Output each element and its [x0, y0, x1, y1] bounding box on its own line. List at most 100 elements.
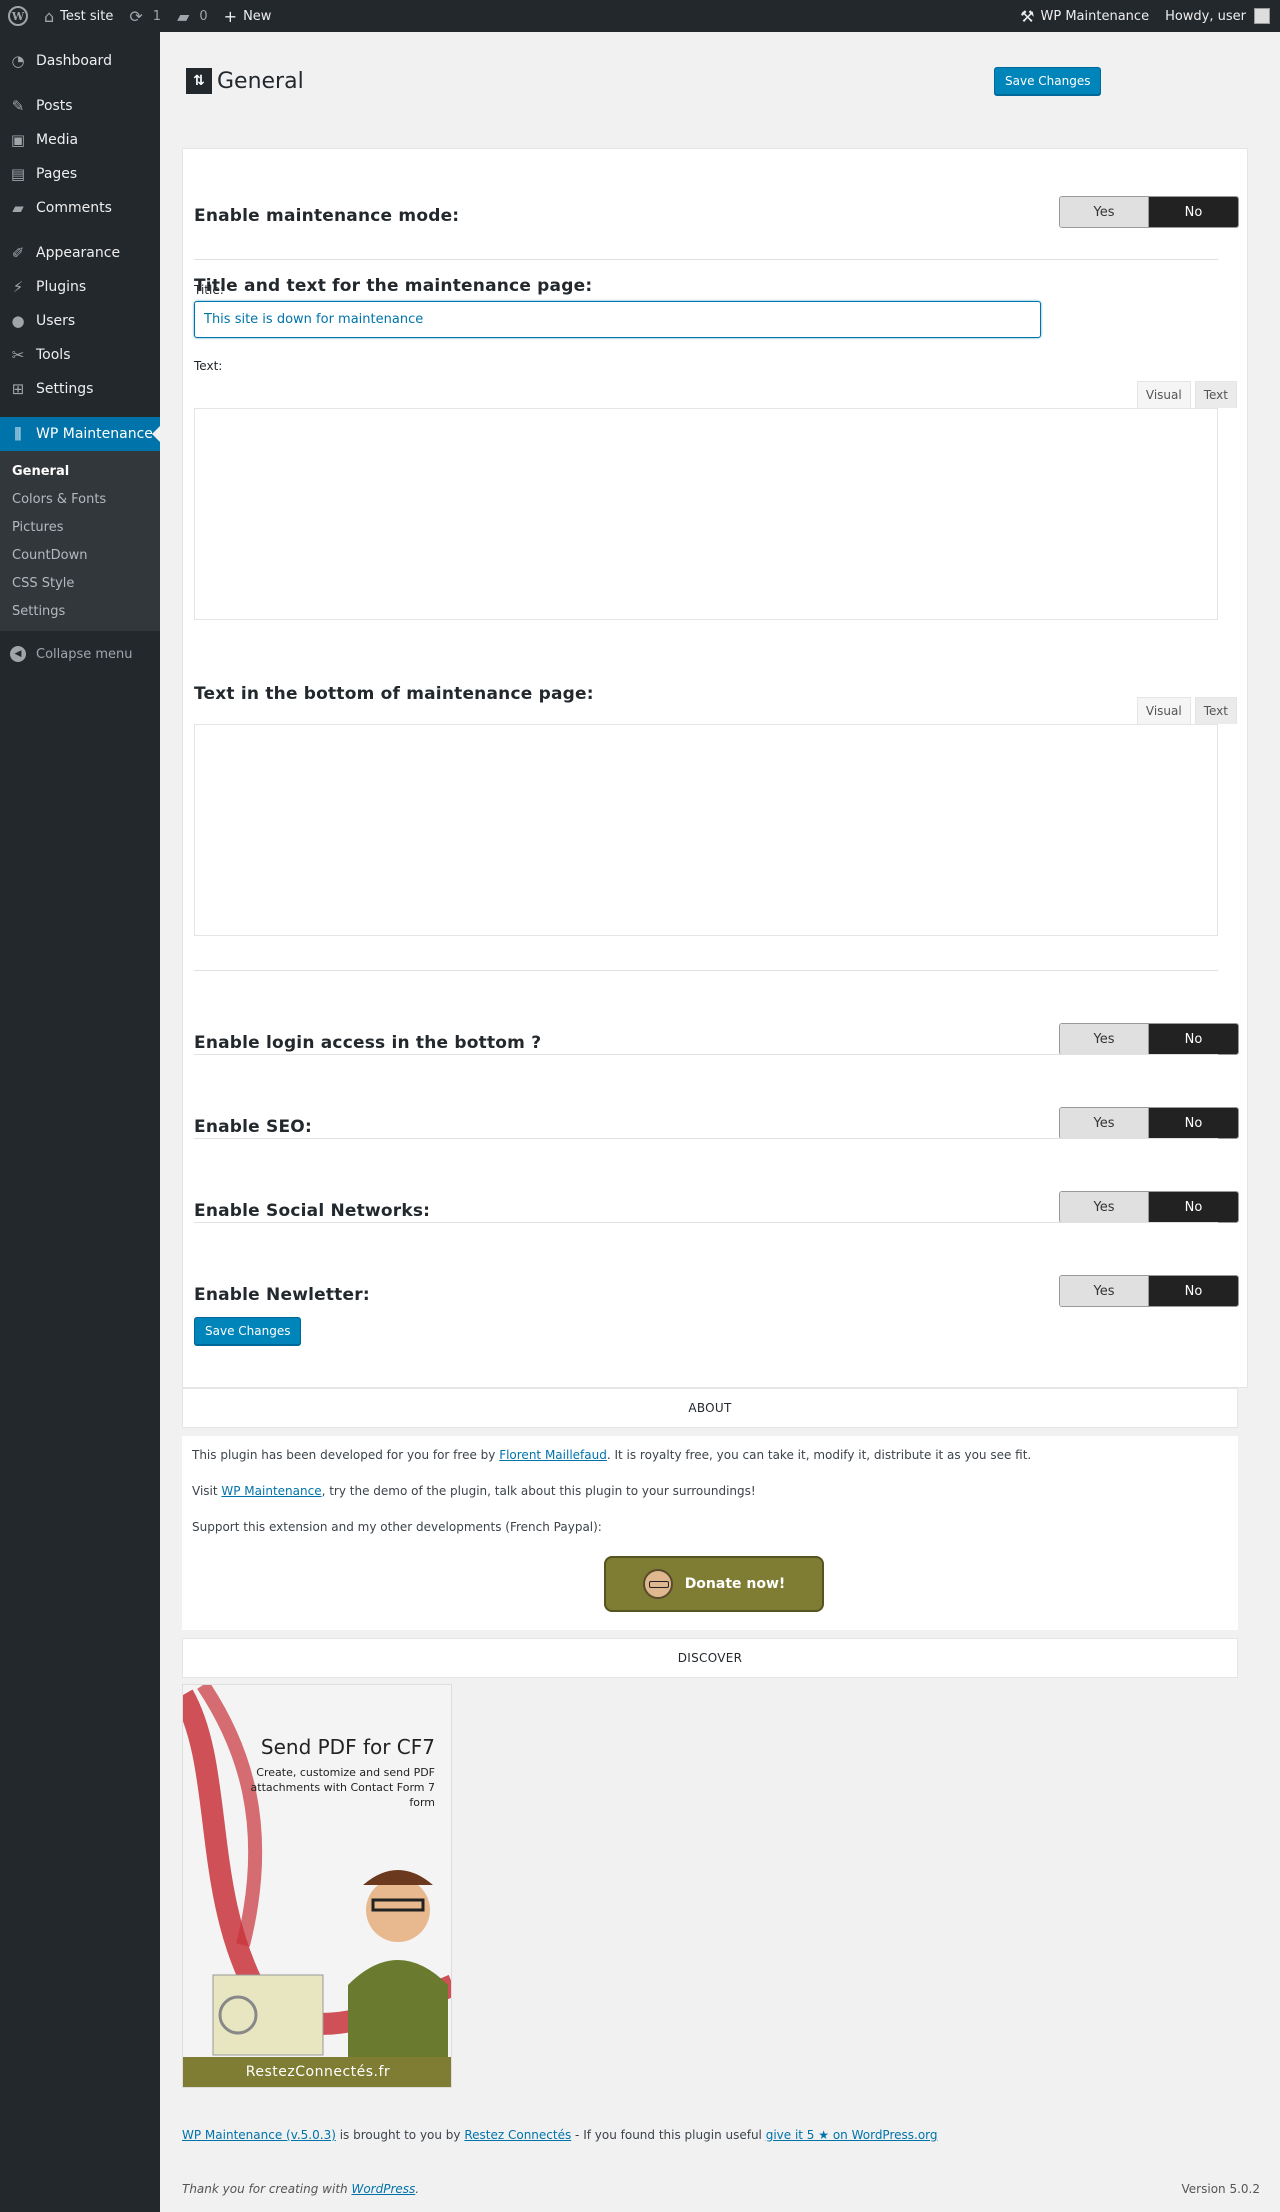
sidebar-item-plugins[interactable]: ⚡ Plugins	[0, 270, 160, 304]
media-icon: ▣	[10, 131, 26, 149]
about-line-3: Support this extension and my other deve…	[192, 1520, 602, 1534]
wp-maintenance-submenu: General Colors & Fonts Pictures CountDow…	[0, 451, 160, 631]
sidebar-item-appearance[interactable]: ✐ Appearance	[0, 236, 160, 270]
title-input[interactable]: This site is down for maintenance	[194, 301, 1041, 338]
title-text-heading: Title and text for the maintenance page:	[194, 276, 593, 296]
tab-text-bottom[interactable]: Text	[1194, 697, 1237, 724]
sidebar-item-label: WP Maintenance	[36, 426, 153, 442]
seo-toggle: Yes No	[1059, 1107, 1239, 1139]
about-text: Visit	[192, 1484, 222, 1498]
newsletter-toggle: Yes No	[1059, 1275, 1239, 1307]
plugin-version-link[interactable]: WP Maintenance (v.5.0.3)	[182, 2128, 336, 2142]
tab-visual[interactable]: Visual	[1136, 381, 1191, 408]
site-name-link[interactable]: ⌂ Test site	[36, 0, 121, 32]
restez-connectes-link[interactable]: Restez Connectés	[464, 2128, 571, 2142]
comments-link[interactable]: ▰ 0	[169, 0, 216, 32]
wp-version: Version 5.0.2	[1181, 2182, 1260, 2196]
sidebar-item-label: Comments	[36, 200, 112, 216]
new-content-link[interactable]: + New	[216, 0, 280, 32]
site-name: Test site	[60, 8, 114, 24]
text-label: Text:	[194, 359, 223, 373]
updates-link[interactable]: ⟳ 1	[121, 0, 169, 32]
dashboard-icon: ◔	[11, 52, 25, 70]
social-networks-no[interactable]: No	[1149, 1192, 1238, 1222]
page-icon: ▤	[10, 165, 26, 183]
sidebar-item-settings[interactable]: ⊞ Settings	[0, 372, 160, 406]
howdy-text: Howdy, user	[1165, 8, 1246, 24]
wrench-icon: ✂	[11, 346, 25, 364]
wordpress-link[interactable]: WordPress	[351, 2182, 415, 2196]
sidebar-item-label: Tools	[36, 347, 71, 363]
bottom-text-heading: Text in the bottom of maintenance page:	[194, 684, 594, 704]
submenu-css-style[interactable]: CSS Style	[0, 569, 160, 597]
tab-visual-bottom[interactable]: Visual	[1136, 697, 1191, 724]
submenu-colors-fonts[interactable]: Colors & Fonts	[0, 485, 160, 513]
submenu-countdown[interactable]: CountDown	[0, 541, 160, 569]
sidebar-item-dashboard[interactable]: ◔ Dashboard	[0, 44, 160, 78]
sidebar-item-label: Plugins	[36, 279, 87, 295]
maintenance-mode-yes[interactable]: Yes	[1060, 197, 1149, 227]
newsletter-no[interactable]: No	[1149, 1276, 1238, 1306]
about-text: . It is royalty free, you can take it, m…	[606, 1448, 1032, 1462]
plug-icon: ⚡	[12, 278, 24, 296]
submenu-pictures[interactable]: Pictures	[0, 513, 160, 541]
sidebar-item-wp-maintenance[interactable]: ⫼ WP Maintenance	[0, 417, 160, 451]
save-changes-top-button[interactable]: Save Changes	[994, 67, 1102, 95]
sidebar-item-media[interactable]: ▣ Media	[0, 123, 160, 157]
account-menu[interactable]: Howdy, user	[1157, 0, 1280, 32]
settings-icon: ⊞	[11, 380, 25, 398]
wordpress-logo-icon: W	[8, 6, 28, 26]
submenu-settings[interactable]: Settings	[0, 597, 160, 625]
newsletter-label: Enable Newletter:	[194, 1285, 370, 1305]
sidebar-item-label: Appearance	[36, 245, 121, 261]
discover-heading: DISCOVER	[182, 1638, 1238, 1678]
text-editor[interactable]	[194, 408, 1218, 620]
submenu-general[interactable]: General	[0, 457, 160, 485]
page-header: ⇅ General	[186, 68, 304, 94]
send-pdf-cf7-promo[interactable]: Send PDF for CF7 Create, customize and s…	[182, 1684, 452, 2088]
sidebar-item-label: Posts	[36, 98, 73, 114]
comment-icon: ▰	[12, 199, 24, 217]
admin-bar: W ⌂ Test site ⟳ 1 ▰ 0 + New ⚒ WP Mainten…	[0, 0, 1280, 32]
home-icon: ⌂	[44, 6, 55, 26]
sidebar-item-tools[interactable]: ✂ Tools	[0, 338, 160, 372]
seo-yes[interactable]: Yes	[1060, 1108, 1149, 1138]
developer-avatar-icon	[642, 1569, 673, 1599]
wp-maintenance-bar-link[interactable]: ⚒ WP Maintenance	[1012, 0, 1157, 32]
admin-sidebar: ◔ Dashboard ✎ Posts ▣ Media ▤ Pages ▰ Comment…	[0, 32, 160, 2212]
newsletter-yes[interactable]: Yes	[1060, 1276, 1149, 1306]
wp-logo-menu[interactable]: W	[0, 0, 36, 32]
about-text: This plugin has been developed for you f…	[192, 1448, 500, 1462]
maintenance-mode-no[interactable]: No	[1149, 197, 1238, 227]
updates-count: 1	[152, 8, 162, 24]
collapse-menu-button[interactable]: ◀ Collapse menu	[0, 637, 160, 671]
sidebar-item-comments[interactable]: ▰ Comments	[0, 191, 160, 225]
donate-button[interactable]: Donate now!	[604, 1556, 824, 1612]
page-title: General	[217, 68, 304, 94]
login-access-toggle: Yes No	[1059, 1023, 1239, 1055]
promo-subtitle: Create, customize and send PDF attachmen…	[250, 1766, 435, 1809]
wp-maintenance-link[interactable]: WP Maintenance	[221, 1484, 321, 1498]
rate-plugin-link[interactable]: give it 5 ★ on WordPress.org	[766, 2128, 938, 2142]
social-networks-yes[interactable]: Yes	[1060, 1192, 1149, 1222]
collapse-arrow-icon: ◀	[10, 646, 26, 662]
seo-label: Enable SEO:	[194, 1117, 312, 1137]
save-changes-bottom-button[interactable]: Save Changes	[194, 1317, 302, 1345]
hammer-icon: ⚒	[1020, 6, 1035, 26]
comments-count: 0	[199, 8, 208, 24]
login-access-yes[interactable]: Yes	[1060, 1024, 1149, 1054]
about-section: This plugin has been developed for you f…	[182, 1436, 1238, 1630]
bottom-text-editor[interactable]	[194, 724, 1218, 936]
tab-text[interactable]: Text	[1194, 381, 1237, 408]
plus-icon: +	[223, 6, 238, 26]
sidebar-item-label: Dashboard	[36, 53, 112, 69]
sidebar-item-users[interactable]: ● Users	[0, 304, 160, 338]
about-line-1: This plugin has been developed for you f…	[192, 1448, 1031, 1462]
sidebar-item-posts[interactable]: ✎ Posts	[0, 89, 160, 123]
maintenance-icon: ⫼	[14, 425, 22, 443]
seo-no[interactable]: No	[1149, 1108, 1238, 1138]
sidebar-item-label: Pages	[36, 166, 78, 182]
login-access-no[interactable]: No	[1149, 1024, 1238, 1054]
author-link[interactable]: Florent Maillefaud	[499, 1448, 607, 1462]
sidebar-item-pages[interactable]: ▤ Pages	[0, 157, 160, 191]
